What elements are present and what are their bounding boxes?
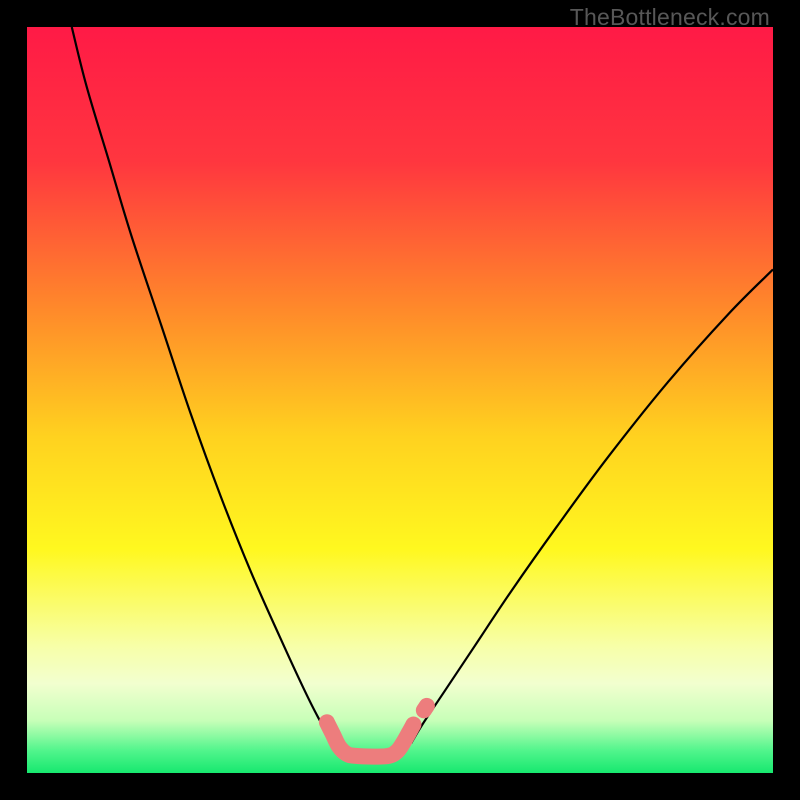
series-right-curve (411, 269, 773, 743)
chart-frame: TheBottleneck.com (0, 0, 800, 800)
watermark-text: TheBottleneck.com (570, 4, 770, 31)
series-left-curve (72, 27, 337, 747)
series-bottom-dot (424, 706, 427, 710)
plot-area (27, 27, 773, 773)
series-bottom-squiggle (327, 722, 414, 756)
curves-layer (27, 27, 773, 773)
